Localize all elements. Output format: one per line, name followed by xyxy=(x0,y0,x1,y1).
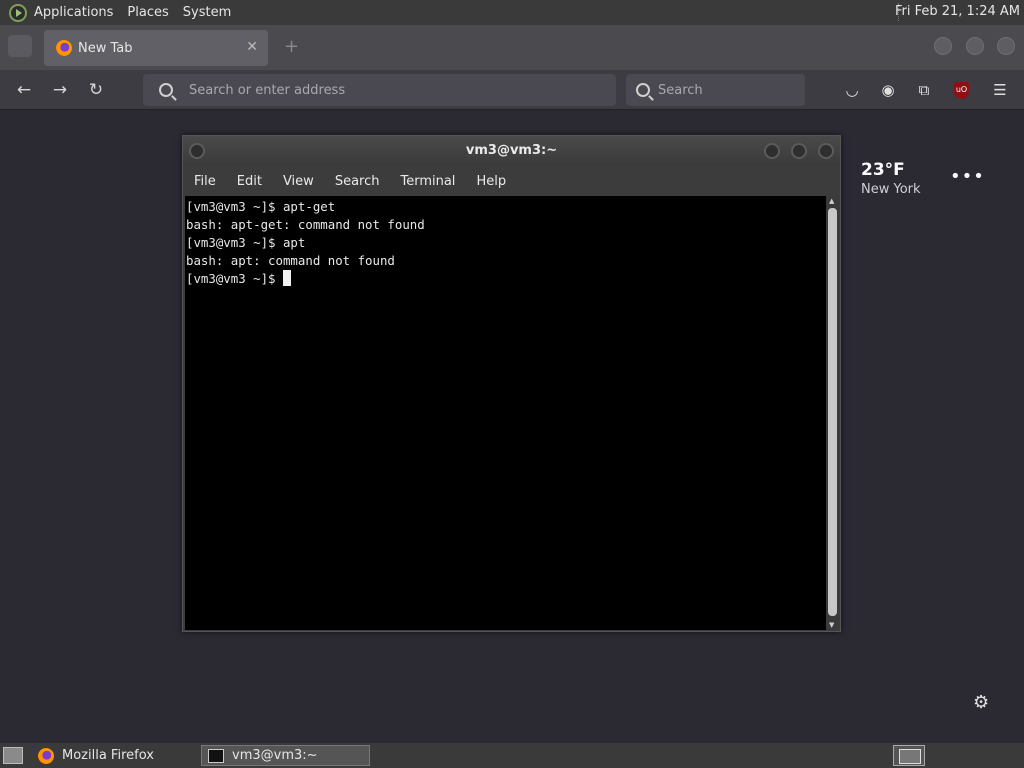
menu-edit[interactable]: Edit xyxy=(237,174,262,189)
terminal-line: [vm3@vm3 ~]$ apt xyxy=(186,235,306,250)
menu-terminal[interactable]: Terminal xyxy=(400,174,455,189)
address-placeholder: Search or enter address xyxy=(189,82,346,98)
scroll-down-arrow-icon[interactable]: ▼ xyxy=(829,621,834,629)
clock[interactable]: Fri Feb 21, 1:24 AM xyxy=(895,4,1020,19)
menu-help[interactable]: Help xyxy=(476,174,506,189)
extensions-icon[interactable]: ⧉ xyxy=(914,80,934,100)
weather-temperature: 23°F xyxy=(861,160,905,180)
close-icon[interactable]: ✕ xyxy=(246,39,258,55)
minimize-button[interactable] xyxy=(934,37,952,55)
terminal-line: bash: apt: command not found xyxy=(186,253,395,268)
terminal-window[interactable]: vm3@vm3:~ File Edit View Search Terminal… xyxy=(182,135,841,632)
show-desktop-icon[interactable] xyxy=(3,747,23,764)
account-icon[interactable]: ◉ xyxy=(878,80,898,100)
pocket-icon[interactable]: ◡ xyxy=(842,80,862,100)
terminal-icon xyxy=(208,748,224,763)
top-panel: Applications Places System Fri Feb 21, 1… xyxy=(0,0,1024,25)
minimize-button[interactable] xyxy=(764,143,780,159)
firefox-icon xyxy=(38,747,54,764)
terminal-menubar: File Edit View Search Terminal Help xyxy=(183,166,840,196)
terminal-prompt-line: [vm3@vm3 ~]$ xyxy=(186,270,827,288)
bottom-taskbar: Mozilla Firefox vm3@vm3:~ xyxy=(0,743,1024,768)
weather-more-options-icon[interactable]: ••• xyxy=(950,166,985,187)
places-menu[interactable]: Places xyxy=(127,5,168,20)
taskbar-item-label: vm3@vm3:~ xyxy=(232,748,318,763)
menu-search[interactable]: Search xyxy=(335,174,380,189)
terminal-line: [vm3@vm3 ~]$ apt-get xyxy=(186,199,336,214)
taskbar-item-firefox[interactable]: Mozilla Firefox xyxy=(29,745,199,766)
weather-city: New York xyxy=(861,182,921,197)
window-menu-button[interactable] xyxy=(189,143,205,159)
terminal-scrollbar[interactable]: ▲ ▼ xyxy=(826,196,839,630)
terminal-title: vm3@vm3:~ xyxy=(465,143,558,158)
search-icon xyxy=(636,83,650,97)
taskbar-item-label: Mozilla Firefox xyxy=(62,748,154,763)
gear-icon[interactable]: ⚙ xyxy=(973,692,989,713)
distro-logo-icon[interactable] xyxy=(9,3,27,22)
close-window-button[interactable] xyxy=(997,37,1015,55)
tab-bar: New Tab ✕ + xyxy=(0,25,1024,70)
terminal-line: bash: apt-get: command not found xyxy=(186,217,425,232)
system-menu[interactable]: System xyxy=(183,5,231,20)
tab-title: New Tab xyxy=(78,40,133,56)
terminal-screen[interactable]: [vm3@vm3 ~]$ apt-get bash: apt-get: comma… xyxy=(185,196,827,630)
terminal-titlebar[interactable]: vm3@vm3:~ xyxy=(183,136,840,166)
back-arrow-icon[interactable]: ← xyxy=(13,79,35,101)
ublock-origin-icon[interactable]: uO xyxy=(954,82,969,99)
tab-new-tab[interactable]: New Tab ✕ xyxy=(44,30,268,66)
weather-widget[interactable]: 23°F New York xyxy=(861,160,921,197)
scroll-up-arrow-icon[interactable]: ▲ xyxy=(829,197,834,205)
reload-icon[interactable]: ↻ xyxy=(85,79,107,101)
nav-bar: ← → ↻ Search or enter address Search ◡ ◉… xyxy=(0,70,1024,110)
maximize-button[interactable] xyxy=(966,37,984,55)
maximize-button[interactable] xyxy=(791,143,807,159)
menu-file[interactable]: File xyxy=(194,174,216,189)
search-placeholder: Search xyxy=(658,82,703,98)
scrollbar-thumb[interactable] xyxy=(828,208,837,616)
new-tab-button[interactable]: + xyxy=(284,36,299,57)
search-icon xyxy=(159,83,173,97)
address-bar[interactable]: Search or enter address xyxy=(143,74,616,106)
list-all-tabs-button[interactable] xyxy=(8,35,32,57)
applications-menu[interactable]: Applications xyxy=(34,5,113,20)
taskbar-item-terminal[interactable]: vm3@vm3:~ xyxy=(201,745,370,766)
menu-hamburger-icon[interactable]: ☰ xyxy=(990,80,1010,100)
close-button[interactable] xyxy=(818,143,834,159)
terminal-prompt: [vm3@vm3 ~]$ xyxy=(186,271,283,286)
search-bar[interactable]: Search xyxy=(626,74,805,106)
menu-view[interactable]: View xyxy=(283,174,314,189)
firefox-icon xyxy=(56,40,72,56)
text-cursor xyxy=(282,270,291,286)
forward-arrow-icon[interactable]: → xyxy=(49,79,71,101)
workspace-switcher[interactable] xyxy=(893,745,925,766)
